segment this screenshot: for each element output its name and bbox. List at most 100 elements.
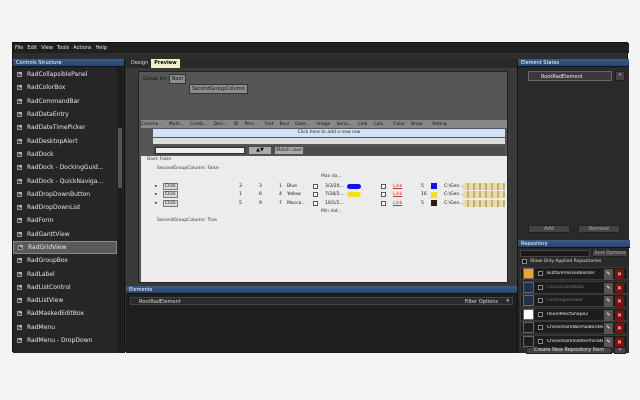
delete-icon[interactable]: ✕ [615,309,624,321]
expand-icon[interactable]: + [18,245,23,250]
group-chip-bool[interactable]: Bool [169,74,186,84]
expand-icon[interactable]: + [17,231,22,237]
expand-icon[interactable]: + [17,191,22,197]
column-header[interactable]: Color [393,122,405,127]
edit-icon[interactable]: ✎ [604,269,613,280]
delete-icon[interactable]: ✕ [615,282,624,294]
menu-actions[interactable]: Actions [73,45,91,51]
cell-rating-stars[interactable] [463,199,505,207]
repository-checkbox[interactable] [538,338,543,344]
repository-item[interactable]: CheckmarkIndeterminate... ✎ ✕ [520,334,628,348]
edit-icon[interactable]: ✎ [604,282,613,294]
expand-icon[interactable]: + [17,338,22,344]
expand-icon[interactable]: + [17,324,22,330]
elements-tree-row[interactable]: RootRadElement Filter Options ▾ [130,297,513,305]
control-item[interactable]: + RadDateTimePicker [13,121,117,134]
expand-icon[interactable]: + [17,98,22,104]
column-header[interactable]: Image [316,122,330,127]
delete-icon[interactable]: ✕ [615,269,624,280]
repository-checkbox[interactable] [538,271,543,276]
cell-bool-checkbox[interactable] [313,183,318,189]
column-header[interactable]: Text [264,122,273,127]
cell-link[interactable]: Link [393,184,402,189]
repository-checkbox[interactable] [538,311,543,317]
show-only-applied[interactable]: Show Only Applied Repositories [522,259,601,264]
repository-item[interactable]: CheckmarkNormalBorder ✎ ✕ [520,321,628,334]
table-row[interactable]: ▸ Click 5 9 7 Mocca... 10/2/2... Link 5 C:\Gen... [155,199,505,207]
delete-icon[interactable]: ✕ [615,323,624,334]
control-item[interactable]: + RadCollapsiblePanel [13,68,117,81]
create-dropdown-icon[interactable]: ▾ [614,347,626,354]
column-header[interactable]: Calc... [373,122,387,127]
menu-help[interactable]: Help [96,45,107,51]
expand-icon[interactable]: + [17,298,22,304]
sort-options-button[interactable]: Sort Options [592,250,628,257]
expand-icon[interactable]: + [17,72,22,78]
column-header[interactable]: Seria... [336,122,352,127]
expand-icon[interactable]: + [17,112,22,118]
control-item[interactable]: + RadForm [13,214,117,227]
expand-icon[interactable]: + [17,85,22,91]
menu-file[interactable]: File [15,45,23,51]
cell-bool-checkbox[interactable] [313,200,318,206]
control-item[interactable]: + RadListControl [13,281,117,294]
edit-icon[interactable]: ✎ [604,336,613,348]
expand-icon[interactable]: + [17,138,22,144]
expand-icon[interactable]: + [17,151,22,157]
row-expand-icon[interactable]: ▸ [155,184,157,189]
control-item[interactable]: + RadDock - DockingGuid... [13,161,117,174]
control-item[interactable]: + RadDesktopAlert [13,134,117,147]
scroll-thumb[interactable] [118,128,122,188]
edit-icon[interactable]: ✎ [604,323,613,334]
control-item[interactable]: + RadCommandBar [13,95,117,108]
cell-link[interactable]: Link [393,192,402,197]
controls-scrollbar[interactable] [117,68,123,353]
control-item[interactable]: + RadGridView [13,240,117,255]
row-expand-icon[interactable]: ▸ [155,192,157,197]
cell-serial-checkbox[interactable] [381,183,386,189]
search-nav-icon[interactable]: ▲▼ [249,147,271,154]
repository-item[interactable]: RoundRectShape2 ✎ ✕ [520,307,628,321]
row-click-button[interactable]: Click [163,191,178,198]
menu-tools[interactable]: Tools [57,45,69,51]
expand-icon[interactable]: + [17,178,22,184]
table-row[interactable]: ▸ Click 1 6 4 Yellow 7/28/2... Link 16 C:\Gen... [155,191,505,199]
column-header[interactable]: Comb... [190,122,207,127]
group-chip-second[interactable]: SecondGroupColumn [189,84,248,94]
edit-icon[interactable]: ✎ [604,296,613,307]
add-state-button[interactable]: Add [528,225,570,233]
tab-preview[interactable]: Preview [151,59,180,68]
control-item[interactable]: + RadGanttView [13,228,117,241]
column-header[interactable]: Comma... [141,122,163,127]
row-click-button[interactable]: Click [163,199,178,207]
repository-item[interactable]: FocusColorBlack ✎ ✕ [520,280,628,294]
search-input[interactable] [155,147,245,154]
add-new-row[interactable]: Click here to add a new row [153,129,505,137]
expand-icon[interactable]: + [17,218,22,224]
repository-checkbox[interactable] [538,325,543,330]
remove-state-button[interactable]: Remove [578,225,620,233]
control-item[interactable]: + RadDock [13,148,117,161]
control-item[interactable]: + RadDataEntry [13,108,117,121]
column-header[interactable]: Rating [432,122,447,127]
cell-serial-checkbox[interactable] [381,200,386,206]
repository-item[interactable]: ButtonPressedBorder ✎ ✕ [520,267,628,280]
row-click-button[interactable]: Click [163,182,178,190]
delete-icon[interactable]: ✕ [615,336,624,348]
expand-icon[interactable]: + [17,205,22,211]
column-header[interactable]: ID [234,122,239,127]
filter-dropdown-icon[interactable]: ▾ [506,298,509,304]
control-item[interactable]: + RadDropDownList [13,201,117,214]
expand-icon[interactable]: + [17,284,22,290]
repository-checkbox[interactable] [538,298,543,303]
column-header[interactable]: Perc... [245,122,259,127]
control-item[interactable]: + RadDock - QuickNaviga... [13,174,117,187]
table-row[interactable]: ▸ Click 3 3 1 Blue 3/3/20... Link 5 C:\Gen... [155,182,505,190]
group-row-second-false[interactable]: SecondGroupColumn: False [157,165,219,173]
repository-item[interactable]: FontSegoeUISet ✎ ✕ [520,294,628,307]
match-case-button[interactable]: Match case [275,147,303,154]
control-item[interactable]: + RadMaskedEditBox [13,307,117,320]
filter-row[interactable] [153,138,505,144]
row-expand-icon[interactable]: ▸ [155,201,157,206]
column-header[interactable]: Bool [279,122,289,127]
